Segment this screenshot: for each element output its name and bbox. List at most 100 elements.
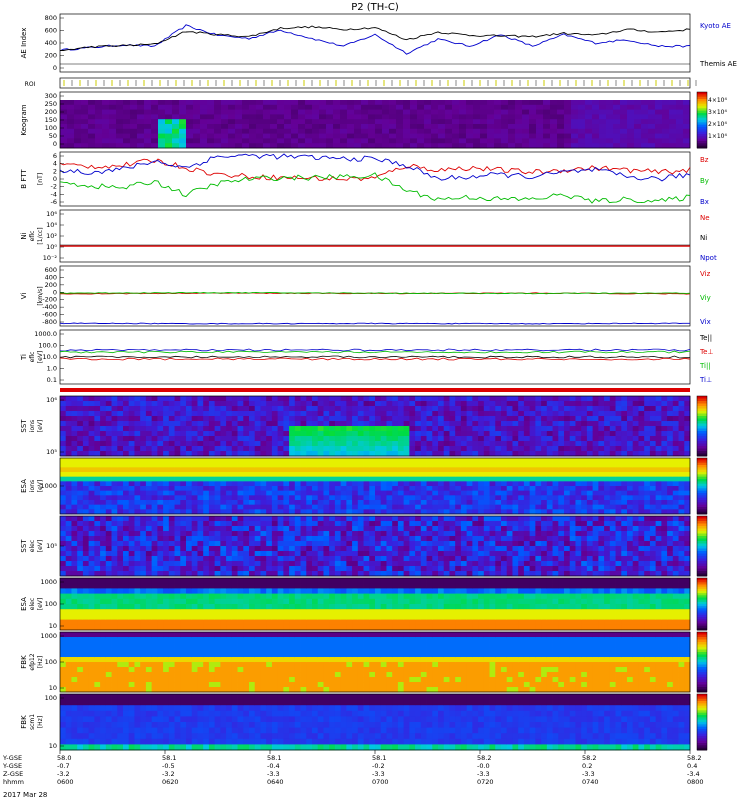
esa-ions-cell (661, 481, 668, 487)
keogram-colorbar-tick: 2×10⁴ (708, 121, 727, 128)
sst-elec-cell (128, 526, 135, 532)
esa-ions-cell (615, 481, 622, 487)
esa-ions-cell (460, 472, 468, 478)
sst-ions-cell (552, 396, 559, 402)
esa-ions-cell (672, 500, 679, 506)
sst-elec-cell (71, 541, 78, 547)
sst-ions-cell (615, 421, 622, 427)
keogram-cell (452, 100, 460, 106)
sst-ions-cell (586, 406, 594, 412)
keogram-cell (550, 114, 558, 120)
keogram-cell (375, 143, 383, 149)
sst-ions-cell (203, 441, 210, 447)
esa-ions-cell (604, 509, 611, 515)
keogram-cell (571, 133, 579, 139)
keogram-cell (137, 133, 145, 139)
sst-ions-cell (294, 421, 301, 427)
sst-ions-cell (226, 416, 233, 422)
keogram-cell (298, 124, 306, 130)
keogram-cell (592, 109, 600, 115)
esa-ions-cell (426, 486, 433, 492)
temperature-line (59, 355, 690, 359)
esa-ions-cell (243, 472, 250, 478)
sst-ions-cell (105, 401, 112, 407)
esa-ions-cell (443, 490, 450, 496)
sst-ions-cell (432, 436, 439, 442)
sst-elec-cell (249, 541, 256, 547)
sst-ions-cell (226, 436, 233, 442)
sst-ions-cell (546, 396, 553, 402)
sst-ions-cell (569, 431, 576, 437)
esa-ions-cell (535, 481, 542, 487)
esa-ions-cell (443, 462, 450, 468)
keogram-cell (389, 124, 397, 130)
sst-ions-cell (300, 411, 307, 417)
keogram-cell (515, 104, 523, 110)
esa-ions-cell (627, 509, 634, 515)
esa-ions-cell (363, 509, 370, 515)
sst-elec-cell (111, 561, 118, 567)
sst-ions-cell (369, 436, 376, 442)
esa-ions-cell (609, 500, 616, 506)
sst-ions-cell (226, 396, 233, 402)
sst-elec-cell (260, 531, 267, 537)
keogram-cell (424, 109, 432, 115)
sst-ions-cell (283, 431, 290, 437)
esa-ions-cell (329, 467, 336, 473)
esa-ions-cell (260, 504, 267, 510)
sst-ions-cell (346, 406, 353, 412)
keogram-cell (634, 138, 642, 144)
sst-elec-cell (231, 556, 238, 562)
esa-ions-cell (501, 486, 508, 492)
sst-elec-cell (346, 521, 353, 527)
sst-ions-cell (208, 436, 216, 442)
esa-ions-cell (340, 509, 347, 515)
keogram-cell (473, 128, 481, 134)
sst-ions-cell (334, 446, 342, 452)
sst-elec-cell (168, 536, 175, 542)
sst-elec-cell (226, 531, 233, 537)
sst-elec-cell (117, 556, 124, 562)
esa-ions-cell (649, 500, 657, 506)
sst-ions-cell (420, 451, 427, 457)
sst-elec-cell (88, 551, 95, 557)
sst-ions-cell (627, 411, 634, 417)
keogram-cell (571, 100, 579, 106)
sst-elec-cell (495, 556, 502, 562)
sst-ions-cell (369, 421, 376, 427)
keogram-cell (494, 104, 502, 110)
sst-ions-cell (363, 421, 370, 427)
sst-ions-cell (174, 416, 181, 422)
sst-ions-cell (638, 406, 645, 412)
sst-ions-cell (604, 451, 611, 457)
esa-ions-cell (117, 486, 124, 492)
sst-ions-cell (397, 441, 405, 447)
keogram-cell (641, 109, 649, 115)
keogram-cell (410, 128, 418, 134)
sst-ions-cell (535, 446, 542, 452)
esa-ions-cell (495, 486, 502, 492)
esa-ions-cell (586, 458, 594, 464)
keogram-cell (501, 124, 509, 130)
esa-ions-cell (157, 467, 164, 473)
keogram-cell (529, 100, 537, 106)
sst-ions-cell (191, 416, 198, 422)
sst-elec-cell (512, 541, 519, 547)
esa-ions-cell (489, 472, 496, 478)
sst-ions-cell (317, 451, 324, 457)
sst-ions-cell (300, 396, 307, 402)
sst-elec-cell (357, 536, 364, 542)
esa-ions-cell (375, 462, 382, 468)
esa-ions-cell (667, 476, 674, 482)
sst-elec-cell (82, 561, 90, 567)
keogram-cell (382, 104, 390, 110)
sst-elec-cell (220, 541, 227, 547)
keogram-cell (354, 104, 362, 110)
esa-ions-cell (312, 476, 319, 482)
keogram-cell (214, 138, 222, 144)
sst-ions-cell (386, 431, 393, 437)
sst-elec-cell (168, 561, 175, 567)
esa-ions-cell (105, 462, 112, 468)
esa-ions-cell (604, 490, 611, 496)
sst-ions-cell (535, 441, 542, 447)
